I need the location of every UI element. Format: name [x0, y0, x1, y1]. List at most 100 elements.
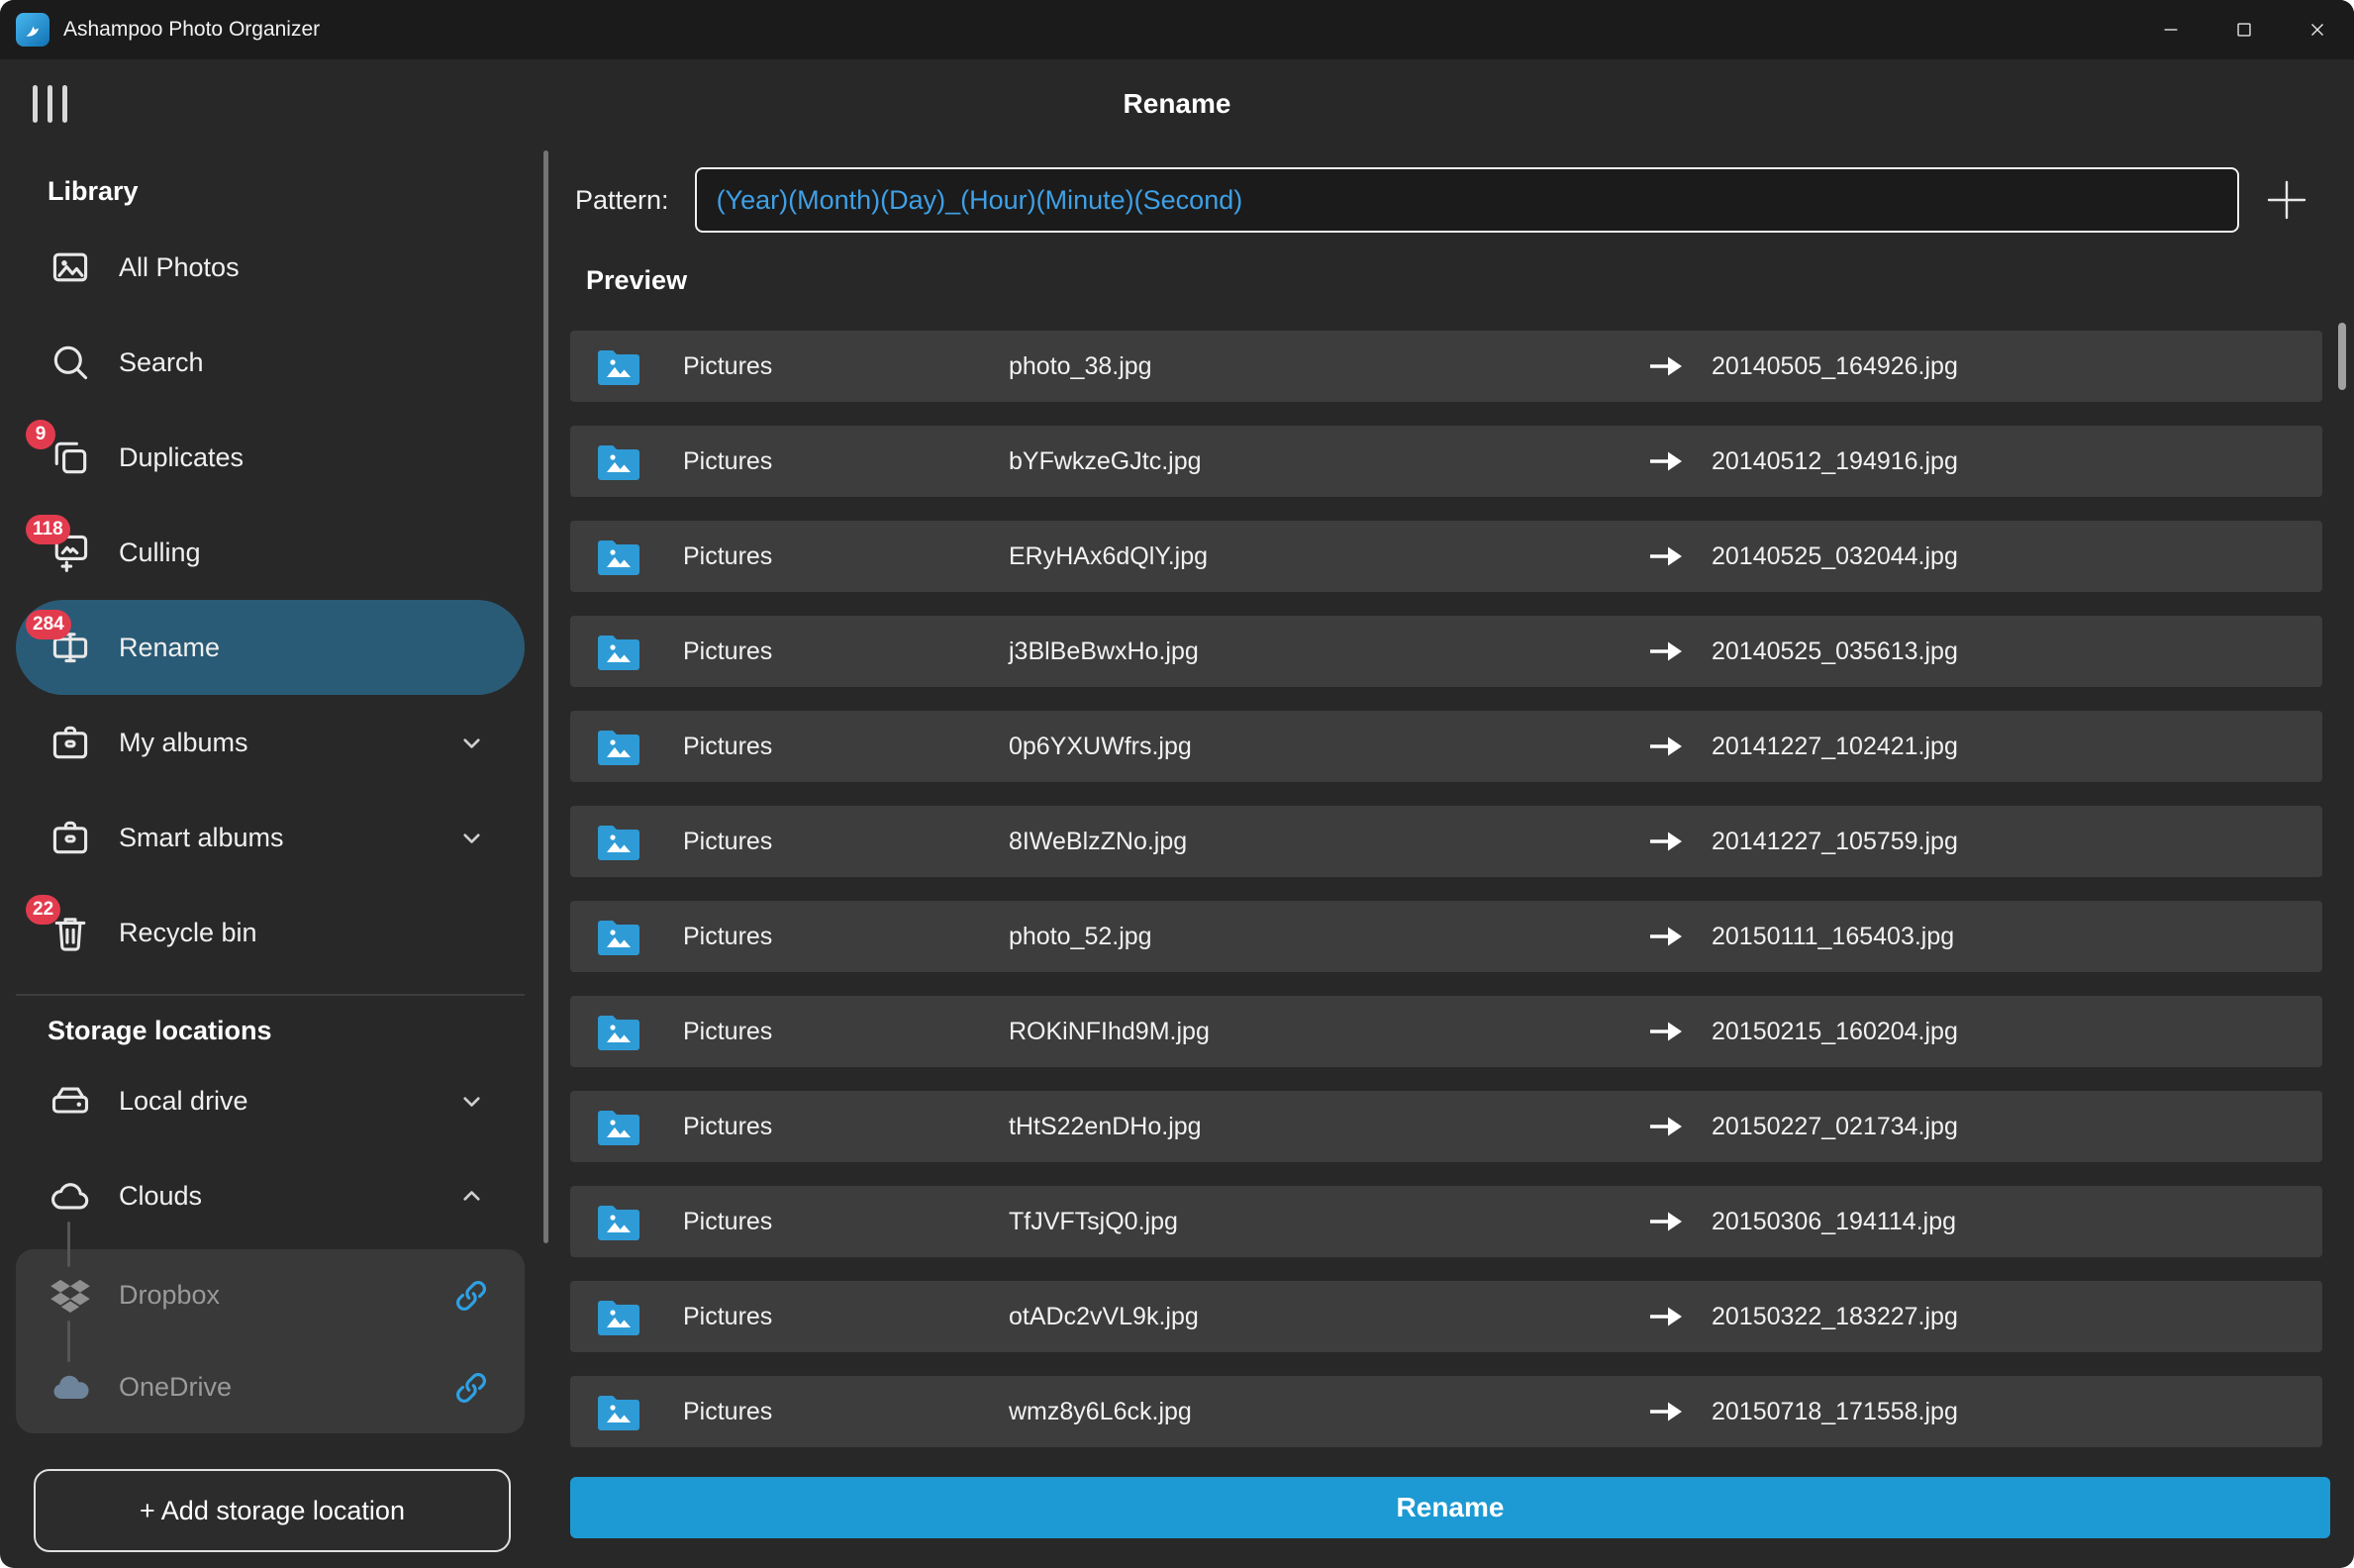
renamed-filename: 20150718_171558.jpg	[1712, 1397, 1958, 1425]
page-title: Rename	[1123, 88, 1231, 119]
storage-heading: Storage locations	[48, 1016, 272, 1045]
folder-name: Pictures	[683, 1112, 773, 1140]
onedrive-icon	[48, 1365, 93, 1411]
folder-name: Pictures	[683, 541, 773, 570]
drive-icon	[48, 1078, 93, 1124]
folder-name: Pictures	[683, 922, 773, 950]
folder-icon	[594, 725, 683, 768]
folder-name: Pictures	[683, 637, 773, 665]
folder-name: Pictures	[683, 1017, 773, 1045]
chevron-down-icon	[458, 730, 485, 756]
preview-heading: Preview	[586, 265, 688, 295]
minimize-button[interactable]	[2134, 0, 2207, 59]
sidebar-item-label: All Photos	[119, 251, 240, 282]
preview-row: Pictures j3BlBeBwxHo.jpg 20140525_035613…	[570, 616, 2322, 687]
add-storage-location-button[interactable]: + Add storage location	[34, 1469, 511, 1552]
arrow-right-icon	[1647, 1209, 1712, 1234]
original-filename: bYFwkzeGJtc.jpg	[1009, 446, 1202, 475]
main-content: Pattern: Preview Pictures photo_38.jpg 2…	[570, 148, 2330, 1568]
preview-row: Pictures bYFwkzeGJtc.jpg 20140512_194916…	[570, 426, 2322, 497]
folder-icon	[594, 440, 683, 483]
sidebar-item-label: Dropbox	[119, 1280, 221, 1310]
arrow-right-icon	[1647, 448, 1712, 474]
renamed-filename: 20150215_160204.jpg	[1712, 1017, 1958, 1045]
preview-row: Pictures photo_38.jpg 20140505_164926.jp…	[570, 331, 2322, 402]
pattern-input[interactable]	[694, 167, 2239, 233]
duplicates-count-badge: 9	[26, 420, 55, 449]
folder-icon	[594, 344, 683, 388]
sidebar-item-label: OneDrive	[119, 1372, 233, 1402]
renamed-filename: 20150227_021734.jpg	[1712, 1112, 1958, 1140]
sidebar-item-label: Rename	[119, 632, 221, 662]
tree-guide	[67, 1321, 70, 1362]
window-title: Ashampoo Photo Organizer	[63, 18, 321, 41]
photos-icon	[48, 245, 93, 290]
link-icon[interactable]	[453, 1370, 489, 1406]
original-filename: photo_52.jpg	[1009, 922, 1152, 950]
app-window: Ashampoo Photo Organizer Rename Library …	[0, 0, 2354, 1568]
culling-icon: 118	[26, 515, 93, 575]
arrow-right-icon	[1647, 734, 1712, 759]
link-icon[interactable]	[453, 1278, 489, 1314]
sidebar-item-smart-albums[interactable]: Smart albums	[16, 790, 525, 885]
search-icon	[48, 340, 93, 385]
preview-row: Pictures 0p6YXUWfrs.jpg 20141227_102421.…	[570, 711, 2322, 782]
sidebar-item-onedrive[interactable]: OneDrive	[16, 1341, 525, 1433]
folder-icon	[594, 1105, 683, 1148]
renamed-filename: 20141227_102421.jpg	[1712, 732, 1958, 760]
sidebar-scrollbar[interactable]	[543, 150, 548, 1243]
add-pattern-button[interactable]	[2263, 176, 2310, 224]
sidebar-item-label: Clouds	[119, 1180, 203, 1211]
sidebar-item-local-drive[interactable]: Local drive	[16, 1053, 525, 1148]
sidebar-item-recycle-bin[interactable]: 22 Recycle bin	[16, 885, 525, 980]
sidebar-divider	[16, 994, 525, 996]
renamed-filename: 20150111_165403.jpg	[1712, 922, 1955, 950]
preview-row: Pictures wmz8y6L6ck.jpg 20150718_171558.…	[570, 1376, 2322, 1447]
arrow-right-icon	[1647, 543, 1712, 569]
arrow-right-icon	[1647, 353, 1712, 379]
sidebar-item-label: Local drive	[119, 1085, 248, 1116]
library-heading: Library	[48, 176, 139, 206]
sidebar-item-clouds[interactable]: Clouds	[16, 1148, 525, 1243]
folder-name: Pictures	[683, 1302, 773, 1330]
rename-button[interactable]: Rename	[570, 1477, 2330, 1538]
sidebar-item-label: My albums	[119, 727, 248, 757]
folder-name: Pictures	[683, 1207, 773, 1235]
close-button[interactable]	[2281, 0, 2354, 59]
folder-name: Pictures	[683, 1397, 773, 1425]
sidebar-item-culling[interactable]: 118 Culling	[16, 505, 525, 600]
original-filename: 0p6YXUWfrs.jpg	[1009, 732, 1192, 760]
rename-icon: 284	[26, 610, 93, 670]
maximize-button[interactable]	[2207, 0, 2281, 59]
folder-icon	[594, 820, 683, 863]
original-filename: 8IWeBlzZNo.jpg	[1009, 827, 1188, 855]
chevron-down-icon	[458, 1088, 485, 1115]
folder-name: Pictures	[683, 446, 773, 475]
sidebar-item-dropbox[interactable]: Dropbox	[16, 1249, 525, 1341]
folder-icon	[594, 1295, 683, 1338]
sidebar-item-all-photos[interactable]: All Photos	[16, 220, 525, 315]
rename-count-badge: 284	[26, 610, 71, 639]
sidebar-item-my-albums[interactable]: My albums	[16, 695, 525, 790]
albums-icon	[48, 720, 93, 765]
renamed-filename: 20150322_183227.jpg	[1712, 1302, 1958, 1330]
sidebar-item-duplicates[interactable]: 9 Duplicates	[16, 410, 525, 505]
dropbox-icon	[48, 1273, 93, 1319]
renamed-filename: 20140525_035613.jpg	[1712, 637, 1958, 665]
sidebar-item-search[interactable]: Search	[16, 315, 525, 410]
albums-icon	[48, 815, 93, 860]
content-scrollbar[interactable]	[2338, 323, 2346, 390]
duplicates-icon: 9	[26, 420, 93, 480]
arrow-right-icon	[1647, 829, 1712, 854]
sidebar-item-label: Smart albums	[119, 822, 284, 852]
original-filename: wmz8y6L6ck.jpg	[1009, 1397, 1192, 1425]
sidebar-item-rename[interactable]: 284 Rename	[16, 600, 525, 695]
arrow-right-icon	[1647, 1399, 1712, 1424]
tree-guide	[67, 1222, 70, 1267]
toolbar: Rename	[0, 59, 2354, 148]
preview-row: Pictures TfJVFTsjQ0.jpg 20150306_194114.…	[570, 1186, 2322, 1257]
cloud-accounts-panel: Dropbox OneDrive	[16, 1222, 525, 1433]
original-filename: photo_38.jpg	[1009, 351, 1152, 380]
folder-name: Pictures	[683, 732, 773, 760]
pattern-row: Pattern:	[570, 167, 2310, 233]
